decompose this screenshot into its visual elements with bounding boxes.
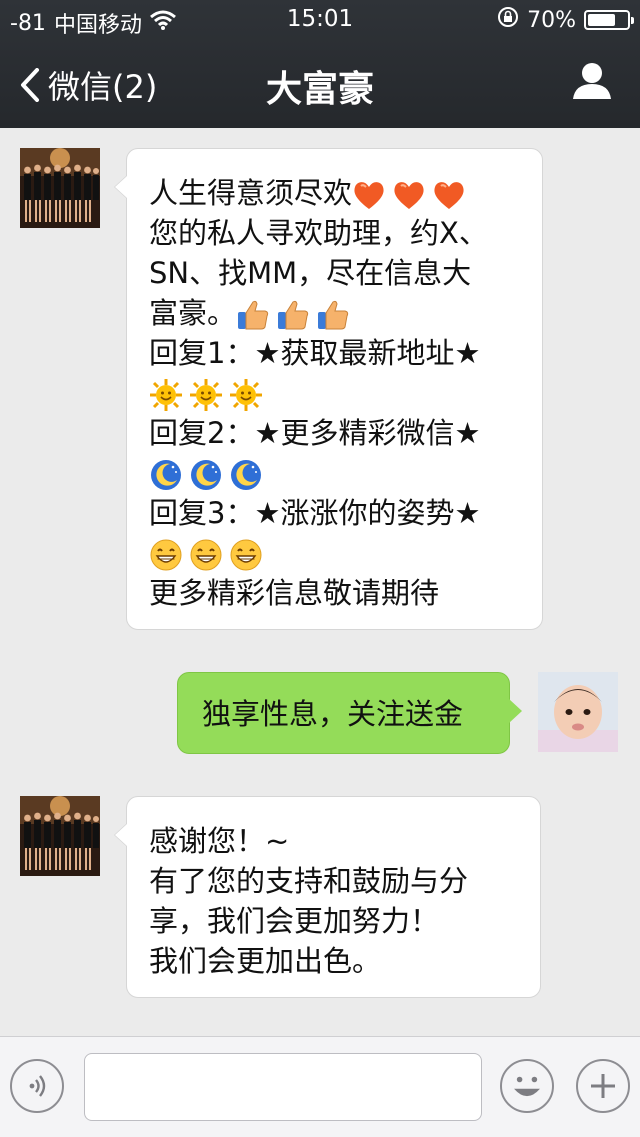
message-line-text: 回复3：★涨涨你的姿势★ — [149, 496, 481, 530]
message-line: 富豪。 — [149, 293, 542, 333]
input-bar — [0, 1036, 640, 1137]
message-text: 人生得意须尽欢您的私人寻欢助理，约X、 SN、找MM，尽在信息大 富豪。回复1：★获… — [149, 173, 542, 613]
message-line: 回复3：★涨涨你的姿势★ — [149, 493, 542, 533]
battery-percent: 70% — [527, 7, 576, 33]
message-text: 独享性息，关注送金 — [202, 694, 509, 734]
my-avatar[interactable] — [538, 672, 618, 752]
message-line: SN、找MM，尽在信息大 — [149, 253, 542, 293]
message-line: 享，我们会更加努力！ — [149, 901, 540, 941]
message-bubble-outgoing[interactable]: 独享性息，关注送金 — [177, 672, 522, 754]
message-line-text: 人生得意须尽欢 — [149, 176, 353, 210]
grin-icon — [229, 538, 263, 572]
rotation-lock-icon — [497, 6, 519, 34]
status-bar: -81 中国移动 15:01 70% — [0, 0, 640, 40]
grin-icon — [189, 538, 223, 572]
message-line: 感谢您！~ — [149, 821, 540, 861]
message-line-text: 更多精彩信息敬请期待 — [149, 576, 440, 610]
emoji-icon — [514, 1076, 540, 1097]
thumbs-up-icon — [316, 298, 350, 332]
message-line-text: 回复2：★更多精彩微信★ — [149, 416, 481, 450]
message-line — [149, 533, 542, 573]
moon-icon — [189, 458, 223, 492]
message-line-text: 独享性息，关注送金 — [202, 697, 464, 731]
message-line: 我们会更加出色。 — [149, 941, 540, 981]
message-line: 更多精彩信息敬请期待 — [149, 573, 542, 613]
message-line-text: 感谢您！~ — [149, 824, 290, 858]
message-bubble-incoming[interactable]: 人生得意须尽欢您的私人寻欢助理，约X、 SN、找MM，尽在信息大 富豪。回复1：★获… — [114, 148, 543, 630]
status-right: 70% — [497, 6, 634, 34]
chat-title: 大富豪 — [265, 69, 374, 110]
moon-icon — [149, 458, 183, 492]
battery-icon — [584, 10, 634, 30]
message-line: 回复2：★更多精彩微信★ — [149, 413, 542, 453]
heart-icon — [432, 178, 466, 212]
message-line: 有了您的支持和鼓励与分 — [149, 861, 540, 901]
emoji-button[interactable] — [500, 1059, 554, 1113]
message-line-text: SN、找MM，尽在信息大 — [149, 256, 472, 290]
message-line — [149, 373, 542, 413]
voice-button[interactable] — [10, 1059, 64, 1113]
sun-icon — [229, 378, 263, 412]
message-line: 人生得意须尽欢 — [149, 173, 542, 213]
nav-bar: 微信(2) 大富豪 — [0, 40, 640, 128]
message-line-text: 享，我们会更加努力！ — [149, 904, 440, 938]
sender-avatar[interactable] — [20, 148, 100, 228]
heart-icon — [392, 178, 426, 212]
message-line-text: 回复1：★获取最新地址★ — [149, 336, 481, 370]
sender-avatar[interactable] — [20, 796, 100, 876]
battery-fill — [588, 14, 615, 26]
message-line-text: 您的私人寻欢助理，约X、 — [149, 216, 488, 250]
bubble-tail — [509, 699, 522, 723]
message-line: 独享性息，关注送金 — [202, 694, 509, 734]
more-button[interactable] — [576, 1059, 630, 1113]
heart-icon — [352, 178, 386, 212]
message-line-text: 我们会更加出色。 — [149, 944, 382, 978]
message-line: 您的私人寻欢助理，约X、 — [149, 213, 542, 253]
message-line-text: 有了您的支持和鼓励与分 — [149, 864, 469, 898]
message-text: 感谢您！~ 有了您的支持和鼓励与分 享，我们会更加努力！ 我们会更加出色。 — [149, 821, 540, 981]
bubble-tail — [114, 823, 127, 847]
person-icon — [573, 63, 611, 99]
profile-button[interactable] — [572, 62, 612, 104]
voice-icon — [29, 1075, 46, 1097]
sun-icon — [149, 378, 183, 412]
sun-icon — [189, 378, 223, 412]
message-line — [149, 453, 542, 493]
top-bar: -81 中国移动 15:01 70% 微信(2) 大富豪 — [0, 0, 640, 128]
message-line: 回复1：★获取最新地址★ — [149, 333, 542, 373]
message-bubble-incoming[interactable]: 感谢您！~ 有了您的支持和鼓励与分 享，我们会更加努力！ 我们会更加出色。 — [114, 796, 541, 998]
plus-icon — [591, 1074, 615, 1098]
thumbs-up-icon — [236, 298, 270, 332]
bubble-tail — [114, 175, 127, 199]
message-input[interactable] — [84, 1053, 482, 1121]
message-line-text: 富豪。 — [149, 296, 237, 330]
thumbs-up-icon — [276, 298, 310, 332]
moon-icon — [229, 458, 263, 492]
grin-icon — [149, 538, 183, 572]
